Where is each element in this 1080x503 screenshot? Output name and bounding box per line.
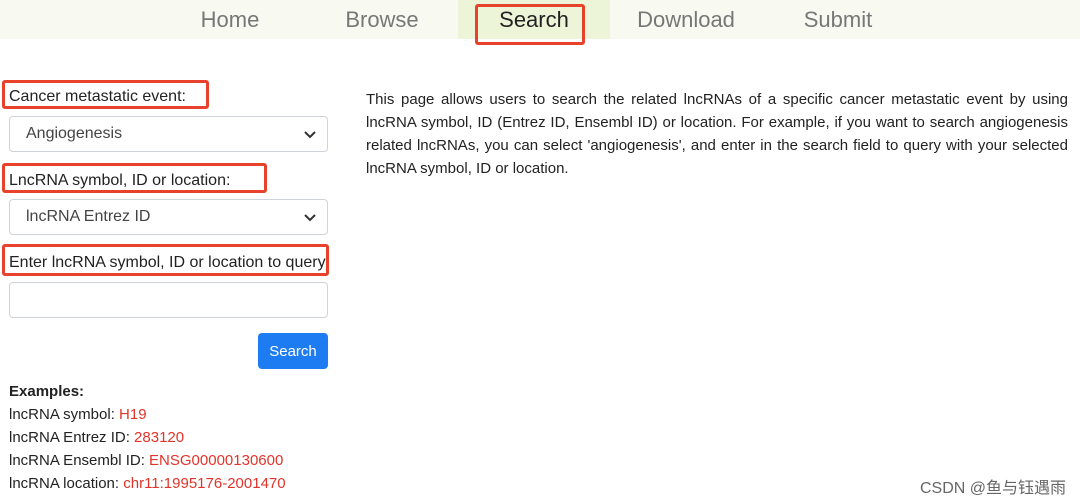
type-label-highlight bbox=[2, 163, 267, 193]
example-link-ensembl[interactable]: ENSG00000130600 bbox=[149, 452, 283, 469]
example-link-symbol[interactable]: H19 bbox=[119, 406, 147, 423]
nav-download[interactable]: Download bbox=[610, 0, 762, 39]
nav-submit[interactable]: Submit bbox=[762, 0, 914, 39]
type-select[interactable]: lncRNA Entrez ID bbox=[9, 199, 328, 235]
example-label: lncRNA Entrez ID: bbox=[9, 429, 135, 446]
event-select[interactable]: Angiogenesis bbox=[9, 116, 328, 152]
chevron-down-icon bbox=[304, 214, 316, 222]
query-label-highlight bbox=[2, 244, 329, 276]
example-label: lncRNA Ensembl ID: bbox=[9, 452, 150, 469]
query-input[interactable] bbox=[9, 282, 328, 318]
example-row: lncRNA location: chr11:1995176-2001470 bbox=[9, 475, 286, 492]
page-description: This page allows users to search the rel… bbox=[366, 91, 1068, 177]
event-label-highlight bbox=[2, 80, 209, 109]
event-select-value: Angiogenesis bbox=[26, 125, 123, 142]
nav-browse[interactable]: Browse bbox=[306, 0, 458, 39]
search-button[interactable]: Search bbox=[258, 333, 328, 369]
nav-home[interactable]: Home bbox=[154, 0, 306, 39]
example-row: lncRNA symbol: H19 bbox=[9, 406, 147, 423]
examples-title: Examples: bbox=[9, 383, 85, 400]
watermark: CSDN @鱼与钰遇雨 bbox=[919, 480, 1066, 497]
example-link-entrez[interactable]: 283120 bbox=[134, 429, 184, 446]
nav-search-highlight bbox=[475, 4, 585, 45]
type-select-value: lncRNA Entrez ID bbox=[26, 208, 151, 225]
example-label: lncRNA symbol: bbox=[9, 406, 120, 423]
example-label: lncRNA location: bbox=[9, 475, 124, 492]
example-row: lncRNA Entrez ID: 283120 bbox=[9, 429, 184, 446]
example-link-location[interactable]: chr11:1995176-2001470 bbox=[123, 475, 285, 492]
example-row: lncRNA Ensembl ID: ENSG00000130600 bbox=[9, 452, 283, 469]
chevron-down-icon bbox=[304, 131, 316, 139]
